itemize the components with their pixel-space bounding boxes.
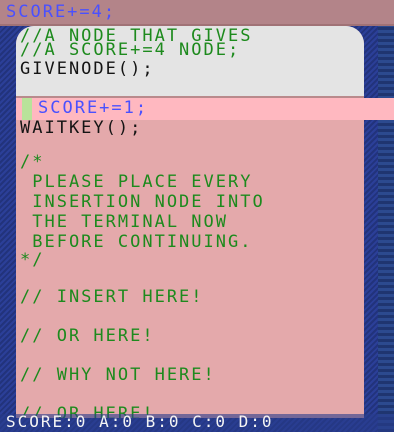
comment-line-4: BEFORE CONTINUING. bbox=[20, 232, 253, 252]
hud-bar: SCORE:0 A:0 B:0 C:0 D:0 bbox=[0, 414, 394, 432]
right-gutter bbox=[378, 0, 394, 432]
insert-here-slot-1[interactable]: // INSERT HERE! bbox=[20, 289, 204, 306]
hud-score-readout: SCORE:0 A:0 B:0 C:0 D:0 bbox=[6, 412, 274, 431]
insert-here-slot-3[interactable]: // WHY NOT HERE! bbox=[20, 367, 216, 384]
comment-line-3: THE TERMINAL NOW bbox=[20, 212, 228, 232]
top-score-node[interactable]: SCORE+=4; bbox=[6, 4, 116, 21]
insertion-node-code[interactable]: SCORE+=1; bbox=[38, 100, 148, 117]
insertion-node-band[interactable]: SCORE+=1; bbox=[16, 98, 394, 120]
code-line-waitkey: WAITKEY(); bbox=[20, 118, 143, 138]
top-status-bar: SCORE+=4; bbox=[0, 0, 394, 26]
comment-line-2: INSERTION NODE INTO bbox=[20, 192, 265, 212]
insert-here-slot-2[interactable]: // OR HERE! bbox=[20, 328, 155, 345]
comment-open: /* bbox=[20, 152, 45, 172]
comment-line-1: PLEASE PLACE EVERY bbox=[20, 172, 253, 192]
code-line-2: //A SCORE+=4 NODE; bbox=[20, 40, 241, 60]
insertion-node-handle[interactable] bbox=[22, 98, 32, 120]
terminal-panel: //A NODE THAT GIVES //A SCORE+=4 NODE; G… bbox=[16, 26, 364, 418]
code-line-3: GIVENODE(); bbox=[20, 59, 155, 79]
comment-close: */ bbox=[20, 250, 45, 270]
